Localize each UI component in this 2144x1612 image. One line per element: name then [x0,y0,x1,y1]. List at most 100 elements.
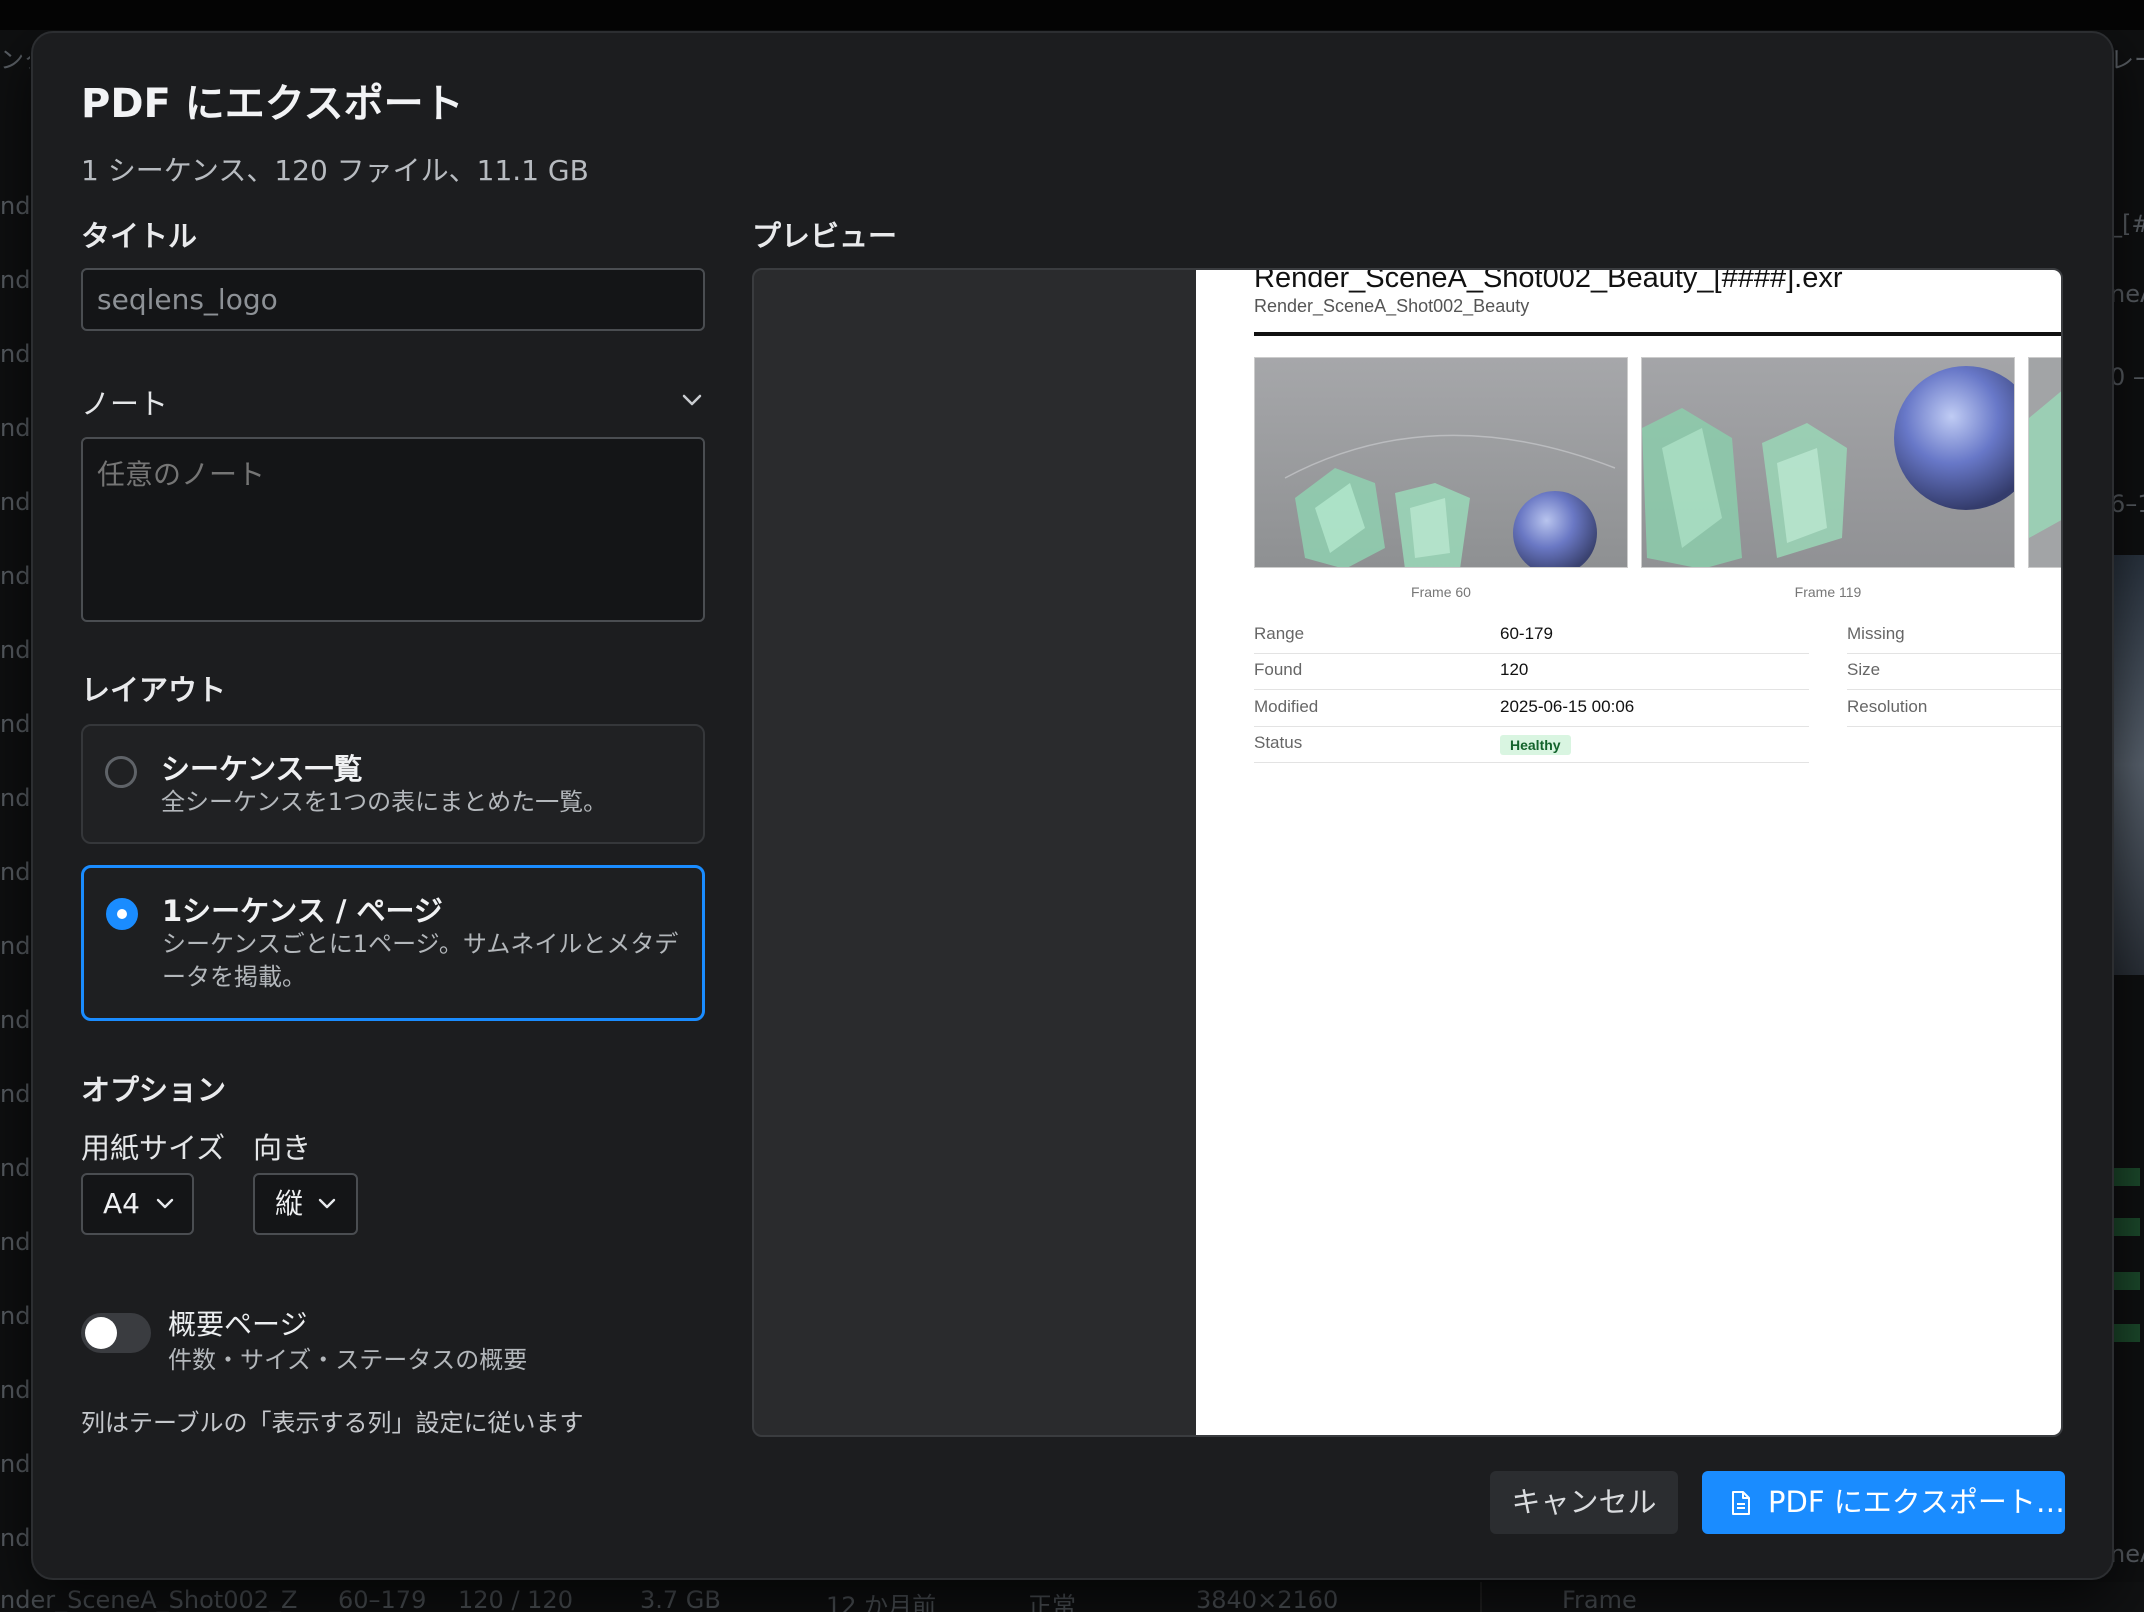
background-row-label: nd [0,932,30,960]
background-row-label: nd [0,636,30,664]
meta-row: Size [1847,654,2061,690]
orientation-select[interactable]: 縦 [253,1173,358,1235]
meta-key: Missing [1847,624,1905,643]
meta-key: Modified [1254,697,1319,716]
meta-value: 60-179 [1500,624,1553,643]
document-icon [1732,1491,1750,1515]
background-status-bar [2114,1218,2140,1236]
preview-divider [1254,332,2061,336]
background-row-label: nd [0,1376,30,1404]
summary-page-desc: 件数・サイズ・ステータスの概要 [168,1346,528,1374]
preview-thumbnail [1641,357,2015,568]
cancel-button[interactable]: キャンセル [1490,1471,1678,1534]
meta-row: Range 60-179 [1254,618,1809,654]
orientation-value: 縦 [275,1187,304,1220]
background-right-label: 0 – [2110,363,2144,391]
background-right-label: _[# [2110,210,2144,238]
radio-button[interactable] [105,756,137,788]
background-cell: Frame [1562,1586,1637,1612]
background-status-bar [2114,1168,2140,1186]
background-status-bar [2114,1272,2140,1290]
chevron-down-icon [318,1198,336,1209]
background-row-label: nd [0,1450,30,1478]
options-label: オプション [81,1073,227,1107]
status-badge: Healthy [1500,735,1571,755]
title-label: タイトル [81,219,198,253]
note-header[interactable]: ノート [81,381,705,421]
columns-note: 列はテーブルの「表示する列」設定に従います [81,1409,584,1437]
render-thumbnail-image [2029,358,2061,567]
background-cell: nder_SceneA_Shot002_Z [0,1586,298,1612]
summary-page-toggle[interactable] [81,1313,151,1353]
thumbnail-caption: Frame 119 [1794,584,1862,600]
preview-panel[interactable]: Render_SceneA_Shot002_Beauty_[####].exr … [752,268,2063,1437]
meta-key: Size [1847,660,1881,679]
background-row-label: nd [0,710,30,738]
export-pdf-dialog: PDF にエクスポート 1 シーケンス、120 ファイル、11.1 GB タイト… [31,31,2114,1580]
dialog-title: PDF にエクスポート [81,81,464,127]
background-row-label: nd [0,414,30,442]
background-thumbnail [2110,555,2144,975]
meta-key: Found [1254,660,1303,679]
layout-option-per-page[interactable]: 1シーケンス / ページ シーケンスごとに1ページ。サムネイルとメタデータを掲載… [81,865,705,1021]
export-pdf-button[interactable]: PDF にエクスポート… [1702,1471,2065,1534]
meta-row: Status Healthy [1254,727,1809,763]
export-button-label: PDF にエクスポート… [1768,1485,2065,1519]
background-status-bar [2114,1324,2140,1342]
layout-option-desc: シーケンスごとに1ページ。サムネイルとメタデータを掲載。 [162,930,679,991]
summary-page-title: 概要ページ [168,1308,308,1341]
background-titlebar [0,0,2144,30]
orientation-label: 向き [253,1131,312,1165]
chevron-down-icon [156,1198,174,1209]
background-bottom-panel: Frame [1480,1582,2144,1612]
preview-label: プレビュー [752,219,898,253]
background-bottom-row: nder_SceneA_Shot002_Z 60–179 120 / 120 3… [0,1582,2144,1612]
preview-thumbnail [2028,357,2061,568]
background-row-label: nd [0,1154,30,1182]
background-right-label: neA [2110,280,2144,308]
background-cell: 3.7 GB [640,1586,721,1612]
background-cell: 120 / 120 [458,1586,573,1612]
background-right-label: 6–1 [2110,490,2144,518]
meta-key: Resolution [1847,697,1928,716]
render-thumbnail-image [1255,358,1627,567]
background-row-label: nd [0,562,30,590]
meta-row: Found 120 [1254,654,1809,690]
paper-size-value: A4 [103,1187,140,1220]
background-row-label: nd [0,784,30,812]
meta-key: Status [1254,733,1303,752]
preview-thumbnail [1254,357,1628,568]
layout-option-sequence-list[interactable]: シーケンス一覧 全シーケンスを1つの表にまとめた一覧。 [81,724,705,844]
paper-size-select[interactable]: A4 [81,1173,194,1235]
title-input[interactable] [81,268,705,331]
meta-value: 120 [1500,660,1529,679]
toggle-knob [85,1317,117,1349]
meta-value: 2025-06-15 00:06 [1500,697,1635,716]
background-right-label: レー [2110,46,2144,74]
pdf-preview-page: Render_SceneA_Shot002_Beauty_[####].exr … [1196,270,2061,1435]
layout-option-desc: 全シーケンスを1つの表にまとめた一覧。 [161,788,608,816]
background-row-label: nd [0,1302,30,1330]
background-cell: 12 か月前 [826,1592,937,1612]
chevron-down-icon[interactable] [679,387,705,413]
preview-heading: Render_SceneA_Shot002_Beauty_[####].exr [1254,270,1843,294]
preview-subheading: Render_SceneA_Shot002_Beauty [1254,296,1530,316]
background-row-label: nd [0,1228,30,1256]
meta-key: Range [1254,624,1305,643]
meta-row: Modified 2025-06-15 00:06 [1254,691,1809,727]
render-thumbnail-image [1642,358,2014,567]
radio-button-selected[interactable] [106,898,138,930]
background-row-label: ンク [0,46,30,74]
background-row-label: nd [0,266,30,294]
background-row-label: nd [0,192,30,220]
note-label: ノート [81,387,169,421]
meta-row: Resolution [1847,691,2061,727]
meta-row: Missing [1847,618,2061,654]
layout-label: レイアウト [81,673,227,707]
layout-option-title: 1シーケンス / ページ [162,894,443,928]
background-row-label: nd [0,1524,30,1552]
paper-size-label: 用紙サイズ [81,1131,226,1165]
background-row-label: nd [0,340,30,368]
note-textarea[interactable] [81,437,705,622]
background-cell: 60–179 [338,1586,427,1612]
